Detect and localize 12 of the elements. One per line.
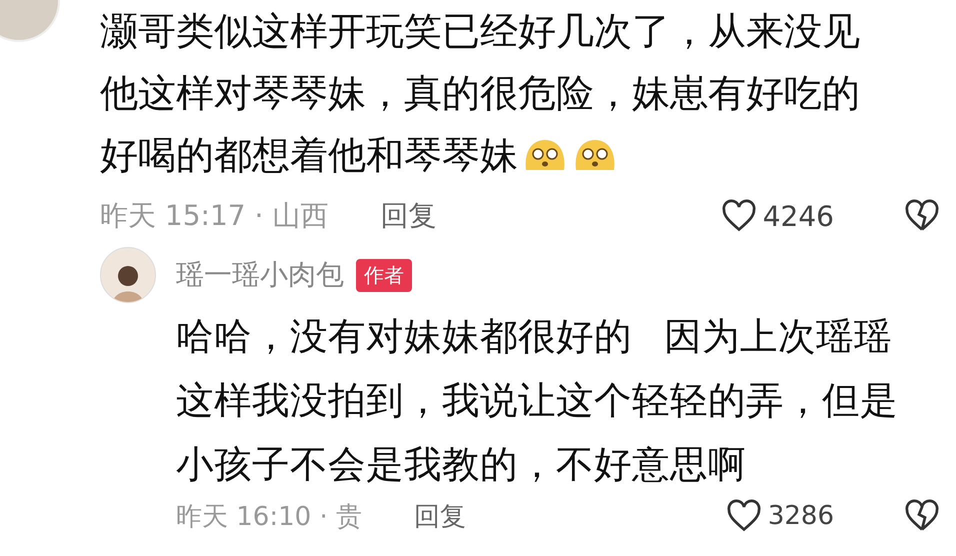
author-name[interactable]: 瑶一瑶小肉包 [176, 256, 344, 294]
heart-icon[interactable] [726, 498, 762, 534]
reply-link[interactable]: 回复 [414, 498, 466, 534]
reply-link[interactable]: 回复 [380, 197, 436, 235]
comment-text: 灏哥类似这样开玩笑已经好几次了，从来没见他这样对琴琴妹，真的很危险，妹崽有好吃的好喝的都想着他和琴琴妹 [100, 8, 861, 179]
heart-icon[interactable] [720, 198, 757, 234]
author-badge: 作者 [356, 258, 412, 292]
like-count: 3286 [768, 501, 834, 531]
comment-time: 昨天 15:17 · 山西 [100, 198, 328, 234]
reply-text: 哈哈，没有对妹妹都很好的 因为上次瑶瑶这样我没拍到，我说让这个轻轻的弄，但是小孩子不会是我教的，不好意思啊 [176, 313, 899, 488]
comment-time: 昨天 16:10 · 贵 [176, 500, 362, 534]
like-count: 4246 [762, 200, 834, 232]
